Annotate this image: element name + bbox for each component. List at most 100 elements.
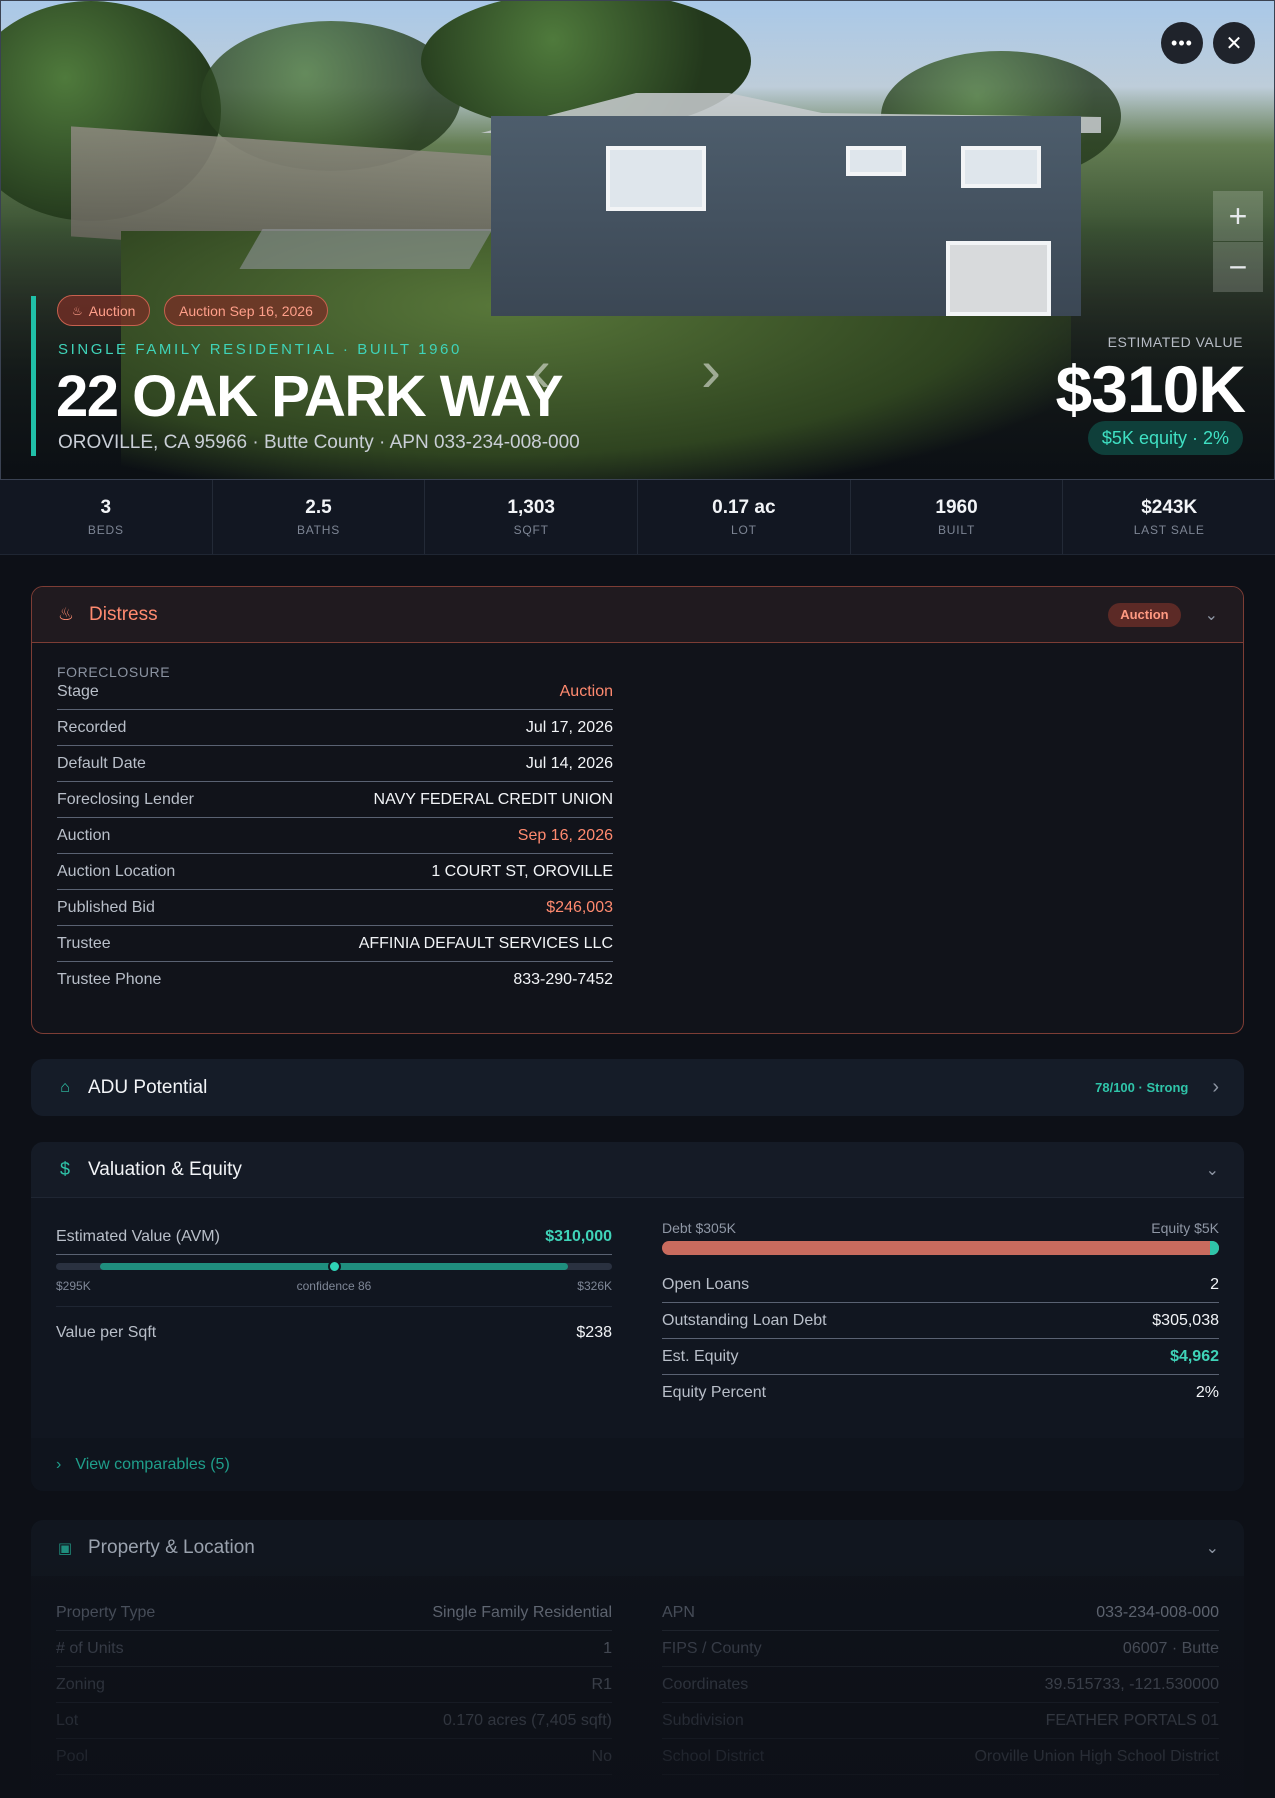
distress-row-auction-location: Auction Location 1 COURT ST, OROVILLE <box>57 854 613 890</box>
distress-row-published-bid: Published Bid $246,003 <box>57 890 613 926</box>
row-key: Published Bid <box>57 898 155 916</box>
adu-card[interactable]: ⌂ ADU Potential 78/100 · Strong › <box>31 1059 1244 1116</box>
stat-label: BATHS <box>296 523 341 537</box>
stat-value: 1,303 <box>507 497 555 518</box>
row-value: 1 COURT ST, OROVILLE <box>431 862 613 880</box>
property-row: School District Oroville Union High Schoo… <box>662 1739 1219 1775</box>
distress-row-stage: Stage Auction <box>57 674 613 710</box>
row-value: 833-290-7452 <box>513 971 613 988</box>
row-value: R1 <box>591 1675 612 1693</box>
row-value: No <box>591 1747 612 1765</box>
more-icon: ••• <box>1171 32 1193 53</box>
stat-label: LOT <box>730 523 757 537</box>
estimated-value: $310K <box>1055 352 1246 426</box>
property-row: Property Type Single Family Residential <box>56 1595 612 1631</box>
distress-header[interactable]: ♨ Distress Auction ⌄ <box>32 587 1243 643</box>
vps-label: Value per Sqft <box>56 1323 157 1341</box>
garage-door <box>946 241 1051 316</box>
stat-baths: 2.5 BATHS <box>213 480 426 554</box>
row-value: AFFINIA DEFAULT SERVICES LLC <box>358 934 613 952</box>
chevron-right-icon[interactable]: › <box>1212 1076 1219 1099</box>
row-value: 06007 · Butte <box>1122 1639 1219 1657</box>
view-comparables-link[interactable]: › View comparables (5) <box>31 1438 1244 1491</box>
row-value: NAVY FEDERAL CREDIT UNION <box>373 790 613 808</box>
adu-score: 78/100 · Strong <box>1095 1080 1189 1095</box>
stat-value: 1960 <box>935 497 978 518</box>
stat-label: BUILT <box>937 523 976 537</box>
comps-link-label: View comparables (5) <box>75 1455 230 1473</box>
plus-icon: + <box>1228 197 1248 234</box>
distress-row-trustee-phone: Trustee Phone 833-290-7452 <box>57 962 613 998</box>
distress-badge: Auction <box>1108 602 1181 627</box>
row-key: Trustee <box>57 934 111 952</box>
avm-label: Estimated Value (AVM) <box>56 1227 220 1245</box>
property-row: APN 033-234-008-000 <box>662 1595 1219 1631</box>
row-key: Default Date <box>57 754 146 772</box>
stat-built: 1960 BUILT <box>851 480 1064 554</box>
row-key: Open Loans <box>662 1275 750 1293</box>
row-key: Equity Percent <box>662 1384 767 1401</box>
avm-value: $310,000 <box>545 1227 612 1245</box>
house-window <box>846 146 906 176</box>
more-options-button[interactable]: ••• <box>1161 22 1203 64</box>
stat-last-sale: $243K LAST SALE <box>1063 480 1275 554</box>
property-card: ▣ Property & Location ⌄ Property Type Sin… <box>31 1520 1244 1798</box>
zoom-in-button[interactable]: + <box>1213 191 1263 241</box>
row-key: Pool <box>56 1747 89 1765</box>
distress-row-trustee: Trustee AFFINIA DEFAULT SERVICES LLC <box>57 926 613 962</box>
row-value: Sep 16, 2026 <box>517 826 613 844</box>
estimated-value-label: ESTIMATED VALUE <box>1107 334 1243 350</box>
hero-photo: ‹ › ••• ✕ + − ♨ Auction Auction Sep 16, … <box>0 0 1275 480</box>
auction-pill-label: Auction <box>88 302 136 319</box>
chevron-down-icon[interactable]: ⌄ <box>1205 605 1218 625</box>
property-row: Lot 0.170 acres (7,405 sqft) <box>56 1703 612 1739</box>
stat-label: BEDS <box>87 523 124 537</box>
row-value: FEATHER PORTALS 01 <box>1045 1711 1219 1729</box>
row-value: 2 <box>1210 1275 1219 1293</box>
distress-row-auction: Auction Sep 16, 2026 <box>57 818 613 854</box>
close-button[interactable]: ✕ <box>1213 22 1255 64</box>
home-icon: ⌂ <box>60 1078 70 1096</box>
row-key: Coordinates <box>662 1675 749 1693</box>
zoom-out-button[interactable]: − <box>1213 242 1263 292</box>
row-key: APN <box>662 1603 695 1621</box>
row-value: $246,003 <box>546 898 613 916</box>
equity-percent-row: Equity Percent 2% <box>662 1375 1219 1411</box>
house <box>491 116 1081 316</box>
row-key: Outstanding Loan Debt <box>662 1311 827 1329</box>
row-key: Auction Location <box>57 862 176 880</box>
chevron-down-icon[interactable]: ⌄ <box>1206 1160 1219 1180</box>
row-value: 1 <box>603 1639 612 1657</box>
property-row: Pool No <box>56 1739 612 1775</box>
stat-label: LAST SALE <box>1133 523 1205 537</box>
adu-header[interactable]: ⌂ ADU Potential 78/100 · Strong › <box>31 1059 1244 1116</box>
valuation-header[interactable]: $ Valuation & Equity ⌄ <box>31 1142 1244 1198</box>
equity-label: Equity $5K <box>1151 1220 1219 1236</box>
next-photo-icon[interactable]: › <box>701 336 721 405</box>
property-row: # of Units 1 <box>56 1631 612 1667</box>
valuation-card: $ Valuation & Equity ⌄ Estimated Value (… <box>31 1142 1244 1491</box>
property-row: FIPS / County 06007 · Butte <box>662 1631 1219 1667</box>
property-subtitle: SINGLE FAMILY RESIDENTIAL · BUILT 1960 <box>58 341 462 358</box>
chevron-down-icon[interactable]: ⌄ <box>1206 1538 1219 1558</box>
stat-beds: 3 BEDS <box>0 480 213 554</box>
adu-title: ADU Potential <box>88 1076 208 1098</box>
avm-row: Estimated Value (AVM) $310,000 <box>56 1219 612 1255</box>
row-value: Jul 14, 2026 <box>525 754 613 772</box>
row-value: 2% <box>1195 1384 1219 1401</box>
vps-value: $238 <box>576 1323 612 1341</box>
property-row: Coordinates 39.515733, -121.530000 <box>662 1667 1219 1703</box>
row-key: Trustee Phone <box>57 971 162 988</box>
minus-icon: − <box>1228 248 1248 285</box>
auction-date-pill: Auction Sep 16, 2026 <box>164 295 328 326</box>
close-icon: ✕ <box>1225 32 1243 55</box>
property-location: OROVILLE, CA 95966 · Butte County · APN … <box>58 432 580 453</box>
distress-row-recorded: Recorded Jul 17, 2026 <box>57 710 613 746</box>
property-header[interactable]: ▣ Property & Location ⌄ <box>31 1520 1244 1576</box>
property-address: 22 OAK PARK WAY <box>56 364 564 429</box>
est-equity-row: Est. Equity $4,962 <box>662 1339 1219 1375</box>
range-high-label: $326K <box>577 1279 612 1293</box>
distress-row-default-date: Default Date Jul 14, 2026 <box>57 746 613 782</box>
row-value: Jul 17, 2026 <box>525 718 613 736</box>
row-key: FIPS / County <box>662 1639 762 1657</box>
